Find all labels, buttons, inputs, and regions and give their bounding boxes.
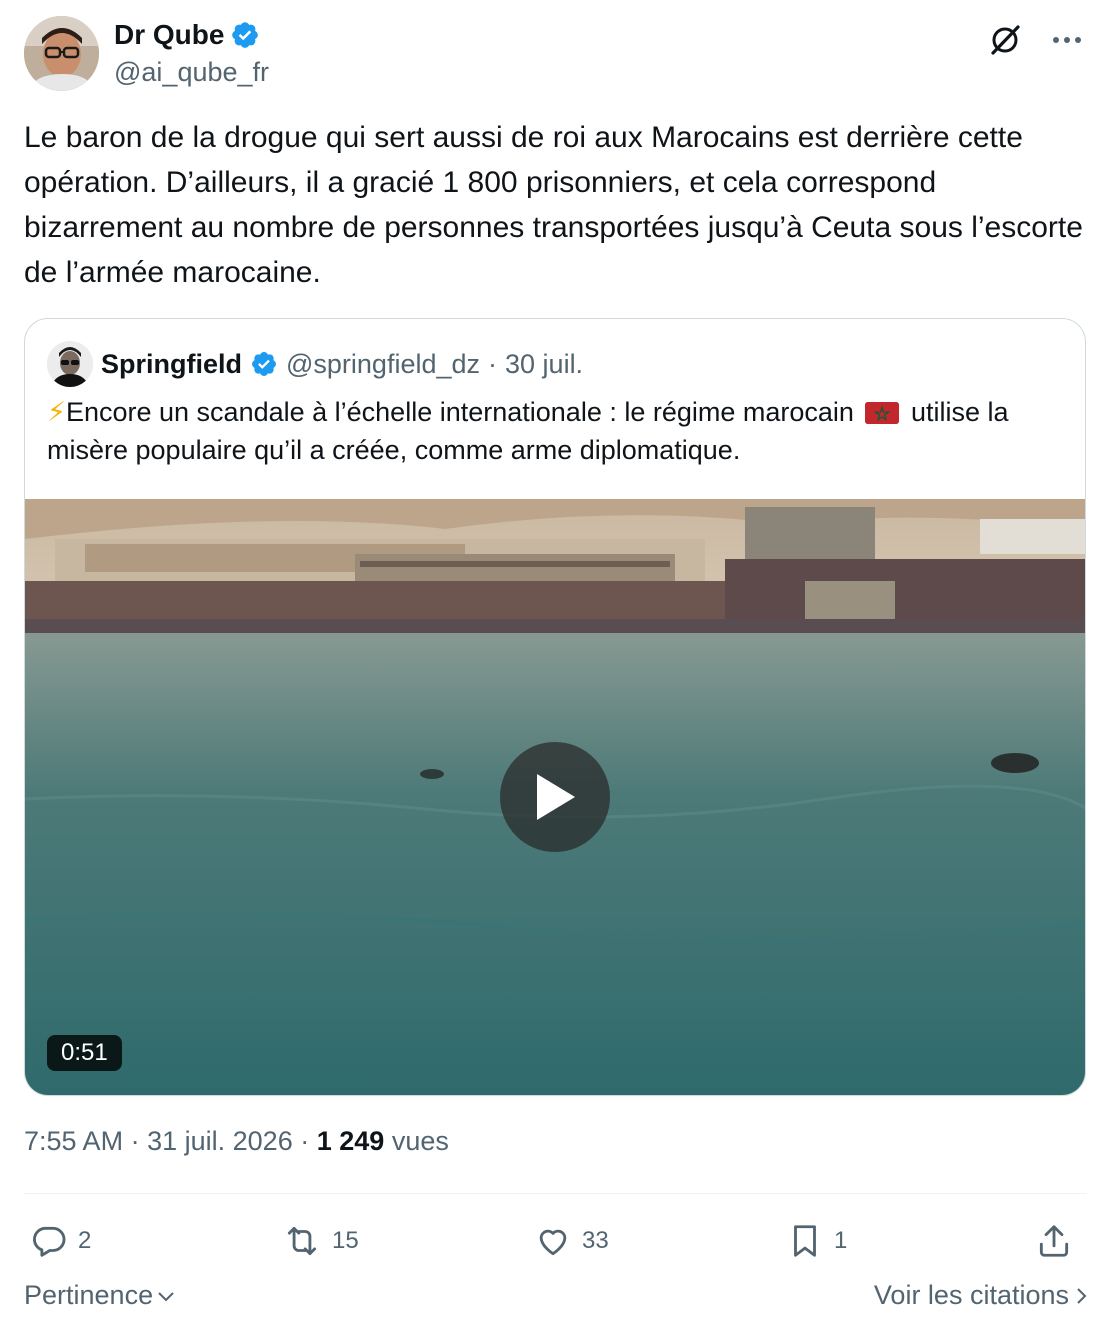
reply-count: 2 bbox=[78, 1227, 92, 1254]
views-label: vues bbox=[391, 1126, 449, 1156]
divider bbox=[24, 1193, 1087, 1194]
chevron-right-icon bbox=[1077, 1287, 1087, 1304]
repost-button[interactable]: 15 bbox=[282, 1218, 359, 1264]
play-icon bbox=[537, 774, 575, 820]
quoted-text-part1: Encore un scandale à l’échelle internati… bbox=[65, 397, 854, 427]
tweet-meta: 7:55 AM · 31 juil. 2026 · 1 249 vues bbox=[24, 1126, 449, 1157]
quoted-tweet-header: Springfield @springfield_dz · 30 juil. bbox=[47, 341, 583, 387]
author-display-name[interactable]: Dr Qube bbox=[114, 16, 269, 54]
meta-separator: · bbox=[300, 1126, 310, 1156]
more-options-icon[interactable] bbox=[1047, 20, 1087, 60]
action-bar: 2 15 33 1 bbox=[30, 1218, 1080, 1264]
views-count: 1 249 bbox=[316, 1126, 385, 1156]
meta-separator: · bbox=[130, 1126, 140, 1156]
quoted-date: 30 juil. bbox=[505, 348, 584, 379]
bookmark-icon bbox=[794, 1225, 816, 1257]
quoted-separator: · bbox=[488, 348, 498, 379]
verified-badge-icon bbox=[232, 22, 259, 48]
share-icon bbox=[1039, 1225, 1069, 1257]
author-name[interactable]: Dr Qube bbox=[114, 16, 224, 54]
replies-footer: Pertinence Voir les citations bbox=[24, 1280, 1087, 1320]
tweet-time[interactable]: 7:55 AM bbox=[24, 1126, 123, 1156]
view-quotes-link[interactable]: Voir les citations bbox=[874, 1280, 1087, 1311]
tweet-date[interactable]: 31 juil. 2026 bbox=[147, 1126, 293, 1156]
quoted-tweet[interactable]: Springfield @springfield_dz · 30 juil. ⚡… bbox=[24, 318, 1086, 1096]
tweet-text: Le baron de la drogue qui sert aussi de … bbox=[24, 121, 1083, 289]
grok-icon[interactable] bbox=[985, 20, 1025, 60]
sort-dropdown[interactable]: Pertinence bbox=[24, 1280, 175, 1311]
repost-count: 15 bbox=[332, 1227, 359, 1254]
quoted-tweet-text: ⚡Encore un scandale à l’échelle internat… bbox=[47, 393, 1067, 469]
author-handle[interactable]: @ai_qube_fr bbox=[114, 54, 269, 90]
bookmark-count: 1 bbox=[834, 1227, 848, 1254]
reply-icon bbox=[33, 1226, 66, 1257]
video-player[interactable]: 0:51 bbox=[25, 499, 1085, 1095]
quoted-verified-badge-icon bbox=[252, 352, 276, 376]
repost-icon bbox=[287, 1226, 317, 1256]
share-button[interactable] bbox=[1035, 1218, 1073, 1264]
author-names: Dr Qube @ai_qube_fr bbox=[114, 16, 269, 90]
morocco-flag-icon bbox=[865, 402, 900, 424]
view-quotes-label: Voir les citations bbox=[873, 1280, 1069, 1310]
header-actions bbox=[985, 20, 1087, 60]
video-duration-badge: 0:51 bbox=[47, 1035, 122, 1071]
author-avatar[interactable] bbox=[24, 16, 99, 91]
quoted-author-name: Springfield bbox=[101, 348, 242, 379]
chevron-down-icon bbox=[158, 1291, 174, 1301]
like-count: 33 bbox=[582, 1227, 609, 1254]
bookmark-button[interactable]: 1 bbox=[786, 1218, 847, 1264]
play-button[interactable] bbox=[500, 742, 610, 852]
like-button[interactable]: 33 bbox=[534, 1218, 609, 1264]
quoted-author-handle: @springfield_dz bbox=[286, 348, 481, 379]
tweet-header: Dr Qube @ai_qube_fr bbox=[24, 14, 1087, 94]
quoted-author-avatar bbox=[47, 341, 93, 387]
sort-label: Pertinence bbox=[24, 1280, 154, 1310]
reply-button[interactable]: 2 bbox=[30, 1218, 91, 1264]
lightning-emoji: ⚡ bbox=[47, 397, 66, 427]
heart-icon bbox=[539, 1229, 567, 1256]
